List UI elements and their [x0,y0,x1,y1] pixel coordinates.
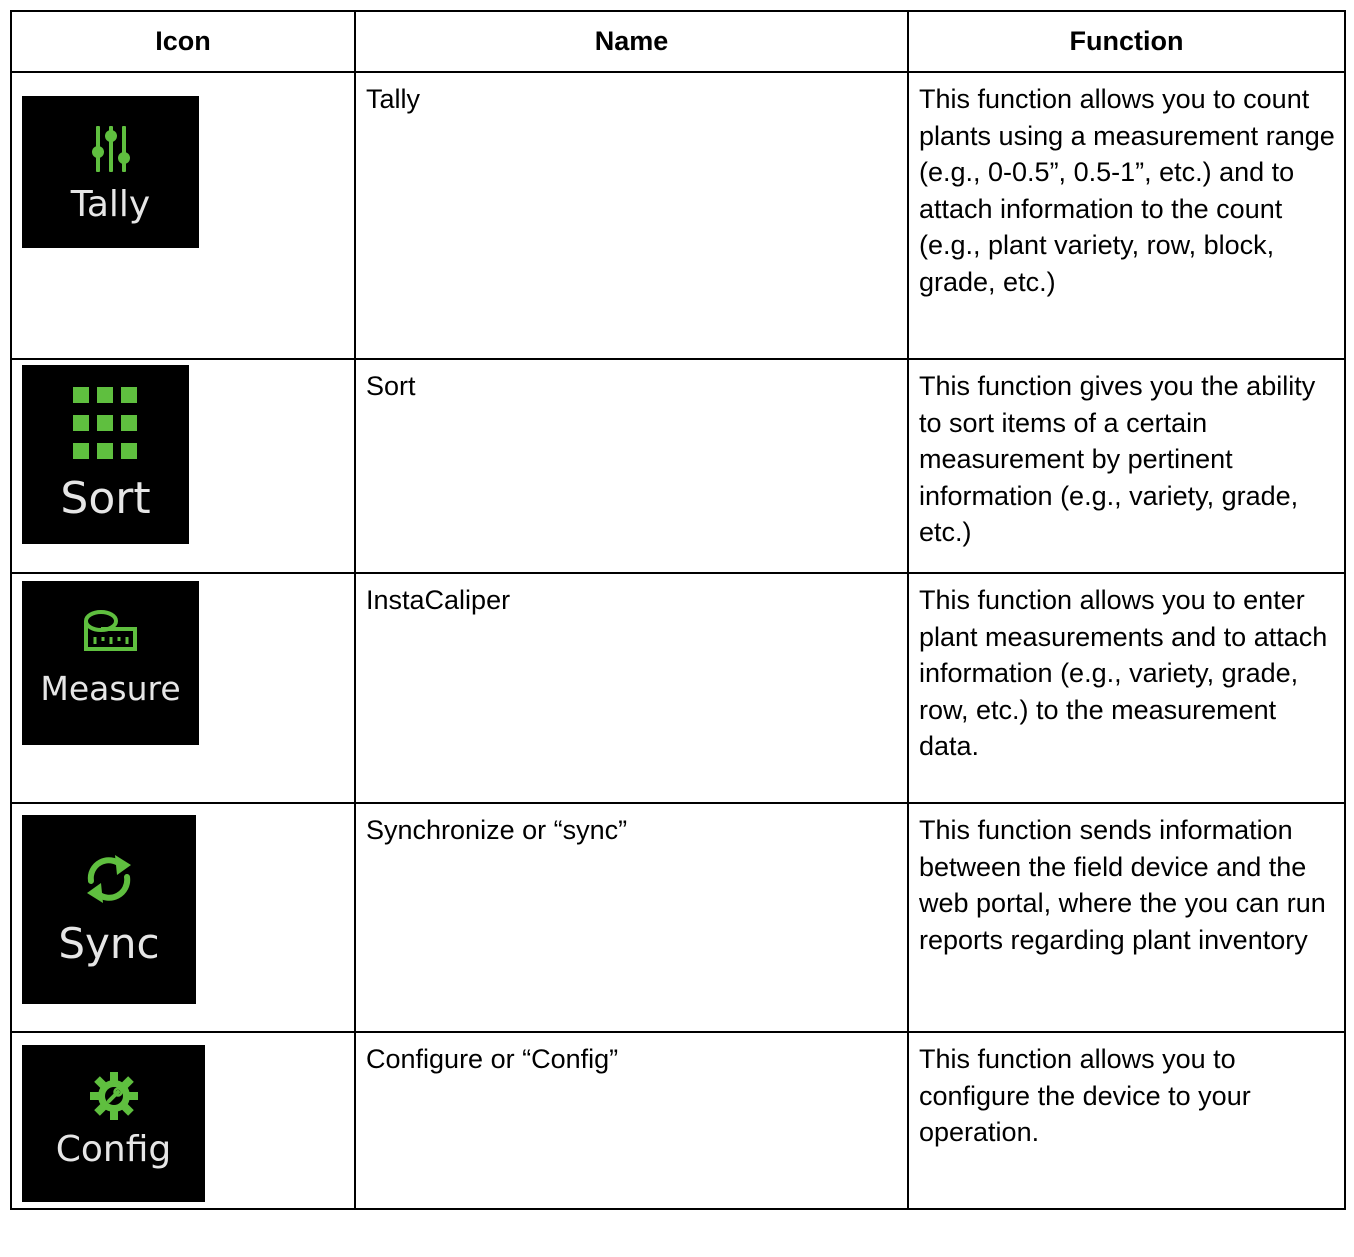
table-row: Config Configure or “Config” This functi… [10,1031,1346,1210]
name-cell: Sort [354,358,909,574]
table-row: Sort Sort This function gives you the ab… [10,358,1346,574]
sort-icon-tile: Sort [22,365,189,544]
sort-grid-icon [22,387,189,463]
header-name: Name [354,10,909,73]
name-cell: Configure or “Config” [354,1031,909,1210]
icon-cell: Tally [10,71,356,360]
measure-icon-tile: Measure [22,581,199,745]
measure-icon-label: Measure [40,669,181,708]
sync-arrows-icon [22,851,196,907]
tally-icon-tile: Tally [22,96,199,248]
function-cell: This function gives you the ability to s… [907,358,1346,574]
sort-icon-label: Sort [60,473,151,524]
function-cell: This function allows you to configure th… [907,1031,1346,1210]
function-cell: This function allows you to count plants… [907,71,1346,360]
icon-cell: Config [10,1031,356,1210]
sync-icon-tile: Sync [22,815,196,1004]
icon-cell: Sort [10,358,356,574]
header-icon: Icon [10,10,356,73]
icon-cell: Sync [10,802,356,1033]
function-cell: This function sends information between … [907,802,1346,1033]
name-cell: Synchronize or “sync” [354,802,909,1033]
icon-reference-table: Icon Name Function Tally Tally This func… [10,10,1346,1210]
config-icon-label: Config [55,1129,172,1170]
tally-sliders-icon [22,124,199,174]
config-gear-icon [22,1071,205,1121]
measure-tape-icon [22,607,199,667]
name-cell: Tally [354,71,909,360]
header-function: Function [907,10,1346,73]
sync-icon-label: Sync [58,919,160,968]
table-row: Tally Tally This function allows you to … [10,71,1346,360]
tally-icon-label: Tally [70,184,151,225]
name-cell: InstaCaliper [354,572,909,804]
table-row: Sync Synchronize or “sync” This function… [10,802,1346,1033]
function-cell: This function allows you to enter plant … [907,572,1346,804]
table-row: Measure InstaCaliper This function allow… [10,572,1346,804]
table-header-row: Icon Name Function [10,10,1346,73]
icon-cell: Measure [10,572,356,804]
config-icon-tile: Config [22,1045,205,1202]
